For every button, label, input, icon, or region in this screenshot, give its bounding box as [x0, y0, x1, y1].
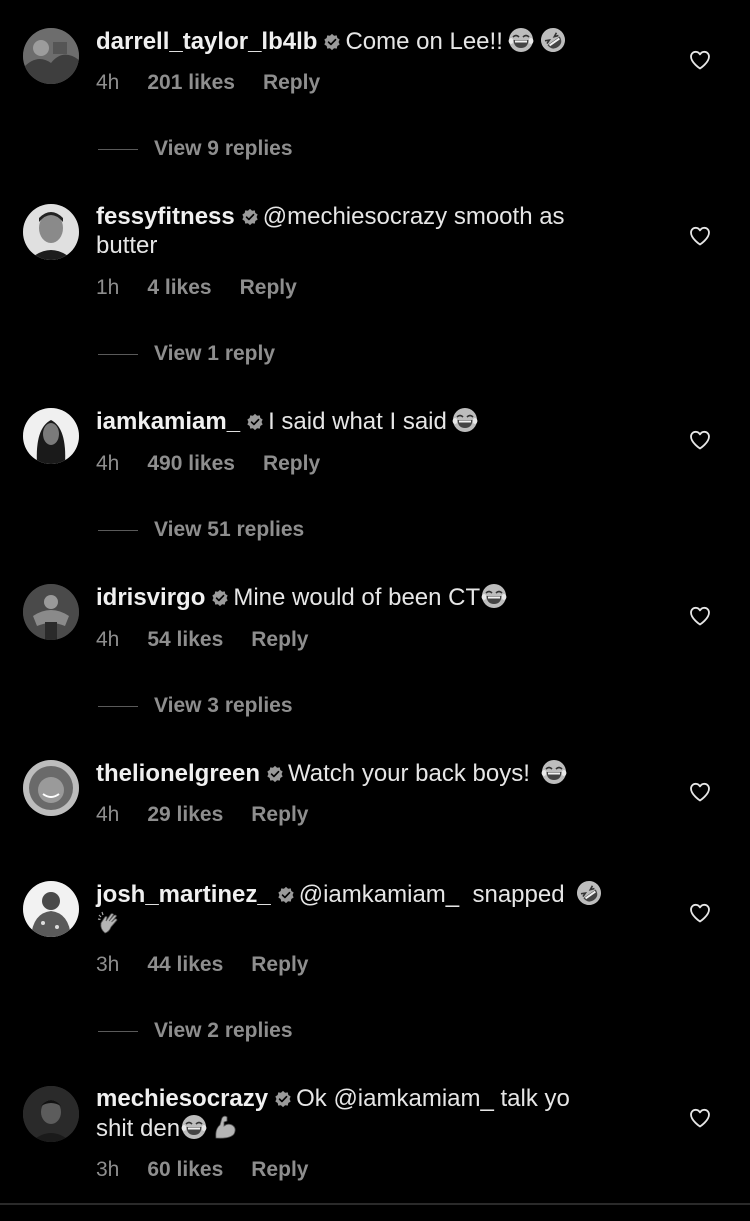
rofl-emoji-icon — [575, 879, 603, 907]
laughing-emoji-icon — [507, 26, 535, 54]
timestamp: 4h — [96, 803, 120, 826]
laughing-emoji-icon — [480, 582, 508, 610]
flexed-biceps-emoji-icon — [212, 1113, 240, 1141]
comment-text: thelionelgreen Watch your back boys! — [96, 758, 626, 788]
view-replies-label: View 2 replies — [154, 1019, 293, 1042]
timestamp: 4h — [96, 71, 120, 94]
username[interactable]: josh_martinez_ — [96, 881, 271, 908]
comment-body: I said what I said — [268, 408, 447, 435]
comment-text: mechiesocrazy Ok @iamkamiam_ talk yo shit … — [96, 1084, 626, 1143]
reply-button[interactable]: Reply — [251, 803, 308, 826]
verified-badge-icon — [277, 886, 295, 904]
username[interactable]: idrisvirgo — [96, 584, 205, 611]
divider — [98, 148, 138, 150]
heart-outline-icon[interactable] — [688, 780, 712, 804]
timestamp: 3h — [96, 1158, 120, 1181]
view-replies-label: View 1 reply — [154, 342, 276, 365]
comment-body: Ok @iamkamiam_ talk yo — [296, 1085, 570, 1112]
likes-count[interactable]: 490 likes — [147, 452, 235, 475]
reply-button[interactable]: Reply — [251, 953, 308, 976]
verified-badge-icon — [211, 589, 229, 607]
username[interactable]: fessyfitness — [96, 203, 235, 230]
timestamp: 1h — [96, 276, 120, 299]
verified-badge-icon — [323, 33, 341, 51]
heart-outline-icon[interactable] — [688, 48, 712, 72]
heart-outline-icon[interactable] — [688, 224, 712, 248]
avatar[interactable] — [23, 28, 79, 84]
comment-body-cont: butter — [96, 232, 158, 259]
view-replies-label: View 3 replies — [154, 694, 293, 717]
username[interactable]: mechiesocrazy — [96, 1085, 268, 1112]
view-replies-label: View 9 replies — [154, 137, 293, 160]
clapping-emoji-icon — [96, 909, 124, 937]
view-replies-button[interactable]: View 3 replies — [98, 694, 293, 718]
comment-text: josh_martinez_ @iamkamiam_ snapped — [96, 879, 626, 939]
reply-button[interactable]: Reply — [251, 1158, 308, 1181]
view-replies-button[interactable]: View 1 reply — [98, 342, 275, 366]
timestamp: 3h — [96, 953, 120, 976]
comment-text: fessyfitness @mechiesocrazy smooth as butt… — [96, 202, 626, 260]
likes-count[interactable]: 44 likes — [147, 953, 223, 976]
comment-meta: 4h 29 likes Reply — [96, 803, 336, 827]
reply-button[interactable]: Reply — [251, 628, 308, 651]
divider — [98, 353, 138, 355]
comment-text: iamkamiam_ I said what I said — [96, 406, 626, 436]
verified-badge-icon — [241, 208, 259, 226]
avatar[interactable] — [23, 760, 79, 816]
comment-meta: 4h 201 likes Reply — [96, 71, 348, 95]
comment-meta: 3h 44 likes Reply — [96, 953, 336, 977]
avatar[interactable] — [23, 881, 79, 937]
verified-badge-icon — [246, 413, 264, 431]
comment-meta: 4h 54 likes Reply — [96, 628, 336, 652]
comment-body: Come on Lee!! — [345, 28, 503, 55]
rofl-emoji-icon — [539, 26, 567, 54]
divider — [98, 1030, 138, 1032]
comment-meta: 3h 60 likes Reply — [96, 1158, 336, 1182]
verified-badge-icon — [266, 765, 284, 783]
avatar[interactable] — [23, 584, 79, 640]
divider — [98, 529, 138, 531]
heart-outline-icon[interactable] — [688, 428, 712, 452]
bottom-divider — [0, 1203, 750, 1205]
view-replies-button[interactable]: View 9 replies — [98, 137, 293, 161]
comment-body: @mechiesocrazy smooth as — [262, 203, 565, 230]
likes-count[interactable]: 201 likes — [147, 71, 235, 94]
username[interactable]: darrell_taylor_lb4lb — [96, 28, 317, 55]
avatar[interactable] — [23, 1086, 79, 1142]
divider — [98, 705, 138, 707]
heart-outline-icon[interactable] — [688, 604, 712, 628]
laughing-emoji-icon — [451, 406, 479, 434]
avatar[interactable] — [23, 204, 79, 260]
verified-badge-icon — [274, 1090, 292, 1108]
comment-body: Mine would of been CT — [233, 584, 481, 611]
laughing-emoji-icon — [540, 758, 568, 786]
reply-button[interactable]: Reply — [263, 71, 320, 94]
view-replies-button[interactable]: View 2 replies — [98, 1019, 293, 1043]
laughing-emoji-icon — [180, 1113, 208, 1141]
heart-outline-icon[interactable] — [688, 1106, 712, 1130]
comment-text: idrisvirgo Mine would of been CT — [96, 582, 626, 612]
timestamp: 4h — [96, 628, 120, 651]
comment-meta: 4h 490 likes Reply — [96, 452, 348, 476]
likes-count[interactable]: 29 likes — [147, 803, 223, 826]
comment-body: Watch your back boys! — [288, 760, 530, 787]
comment-body: @iamkamiam_ snapped — [298, 881, 565, 908]
view-replies-label: View 51 replies — [154, 518, 305, 541]
reply-button[interactable]: Reply — [263, 452, 320, 475]
username[interactable]: iamkamiam_ — [96, 408, 240, 435]
view-replies-button[interactable]: View 51 replies — [98, 518, 304, 542]
comment-text: darrell_taylor_lb4lb Come on Lee!! — [96, 26, 626, 56]
heart-outline-icon[interactable] — [688, 901, 712, 925]
likes-count[interactable]: 60 likes — [147, 1158, 223, 1181]
avatar[interactable] — [23, 408, 79, 464]
reply-button[interactable]: Reply — [240, 276, 297, 299]
comment-body-cont: shit den — [96, 1115, 181, 1142]
username[interactable]: thelionelgreen — [96, 760, 260, 787]
likes-count[interactable]: 4 likes — [147, 276, 211, 299]
comment-meta: 1h 4 likes Reply — [96, 276, 325, 300]
likes-count[interactable]: 54 likes — [147, 628, 223, 651]
timestamp: 4h — [96, 452, 120, 475]
